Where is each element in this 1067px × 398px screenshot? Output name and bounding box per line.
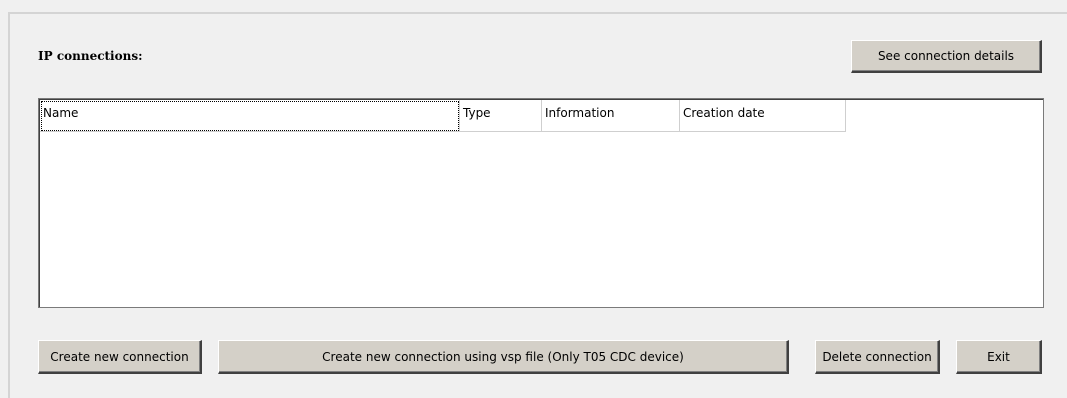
create-new-connection-button[interactable]: Create new connection [38, 340, 202, 374]
create-connection-vsp-button[interactable]: Create new connection using vsp file (On… [218, 340, 789, 374]
column-header-type[interactable]: Type [460, 100, 542, 132]
column-header-information[interactable]: Information [542, 100, 680, 132]
column-header-name[interactable]: Name [40, 100, 460, 132]
connections-list[interactable]: Name Type Information Creation date [38, 98, 1044, 308]
list-header: Name Type Information Creation date [40, 100, 846, 132]
exit-button[interactable]: Exit [956, 340, 1042, 374]
section-title: IP connections: [38, 49, 143, 63]
column-header-creation-date[interactable]: Creation date [680, 100, 846, 132]
delete-connection-button[interactable]: Delete connection [815, 340, 940, 374]
see-connection-details-button[interactable]: See connection details [851, 40, 1042, 73]
